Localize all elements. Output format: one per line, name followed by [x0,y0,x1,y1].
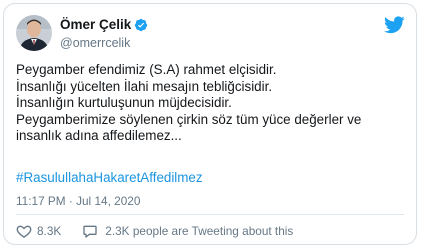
like-count: 8.3K [37,224,62,238]
twitter-bird-icon[interactable] [384,16,405,34]
verified-badge-icon [135,18,148,32]
tweet-card[interactable]: Ömer Çelik @omerrcelik Peygamber efendim… [3,3,417,245]
tweet-text-line: Peygamberimize söylenen çirkin söz tüm y… [16,111,362,127]
tweet-text-line: Peygamber efendimiz (S.A) rahmet elçisid… [16,62,277,77]
tweet-text-line: İnsanlığı yücelten İlahi mesajın tebliğc… [16,78,273,94]
divider [16,214,404,215]
tweeting-about-link[interactable]: 2.3K people are Tweeting about this [61,223,293,239]
tweet-text: Peygamber efendimiz (S.A) rahmet elçisid… [16,62,412,145]
heart-icon [16,225,32,238]
hashtag-link[interactable]: #RasulullahaHakaretAffedilmez [16,170,203,186]
tweet-text-line: insanlık adına affedilemez... [16,128,182,143]
like-button[interactable]: 8.3K [16,223,61,239]
author-name[interactable]: Ömer Çelik [60,17,131,33]
speech-bubble-icon [83,225,97,238]
tweet-timestamp[interactable]: 11:17 PM · Jul 14, 2020 [16,194,140,208]
tweeting-about-text: 2.3K people are Tweeting about this [105,224,294,238]
author-handle[interactable]: @omerrcelik [60,35,130,51]
tweet-actions: 8.3K 2.3K people are Tweeting about this [16,223,293,239]
avatar[interactable] [16,15,52,51]
tweet-text-line: İnsanlığın kurtuluşunun müjdecisidir. [16,95,232,110]
avatar-image [16,15,52,51]
author-name-row[interactable]: Ömer Çelik [60,17,148,33]
